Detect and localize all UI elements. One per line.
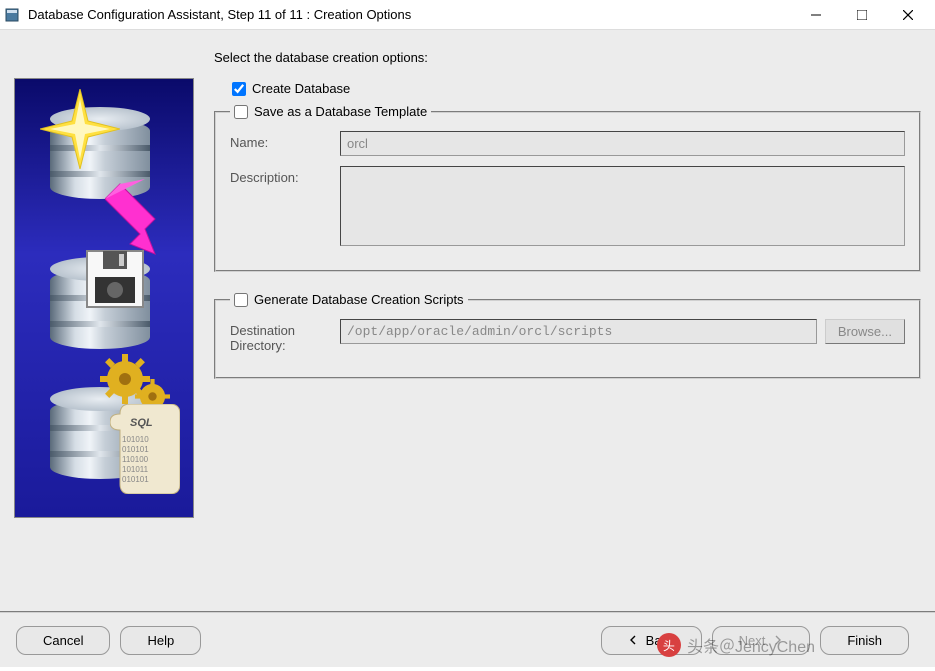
app-icon bbox=[4, 7, 20, 23]
svg-text:SQL: SQL bbox=[130, 417, 153, 429]
main-panel: Select the database creation options: Cr… bbox=[214, 42, 921, 611]
minimize-button[interactable] bbox=[793, 0, 839, 30]
content-area: SQL 101010 010101 110100 101011 010101 S… bbox=[0, 30, 935, 611]
titlebar: Database Configuration Assistant, Step 1… bbox=[0, 0, 935, 30]
template-description-input[interactable] bbox=[340, 166, 905, 246]
browse-button[interactable]: Browse... bbox=[825, 319, 905, 344]
cancel-button[interactable]: Cancel bbox=[16, 626, 110, 655]
maximize-button[interactable] bbox=[839, 0, 885, 30]
close-button[interactable] bbox=[885, 0, 931, 30]
create-database-checkbox-row: Create Database bbox=[232, 81, 921, 96]
wizard-sidebar-image: SQL 101010 010101 110100 101011 010101 bbox=[14, 78, 194, 518]
watermark-icon: 头 bbox=[657, 633, 681, 657]
finish-button[interactable]: Finish bbox=[820, 626, 909, 655]
generate-scripts-checkbox[interactable] bbox=[234, 293, 248, 307]
back-arrow-icon bbox=[628, 633, 638, 648]
destination-directory-input[interactable] bbox=[340, 319, 817, 344]
sparkle-icon bbox=[40, 89, 120, 169]
svg-text:010101: 010101 bbox=[122, 445, 149, 454]
destination-directory-label: Destination Directory: bbox=[230, 319, 340, 353]
create-database-checkbox[interactable] bbox=[232, 82, 246, 96]
help-button[interactable]: Help bbox=[120, 626, 201, 655]
save-template-legend: Save as a Database Template bbox=[254, 104, 427, 119]
svg-text:010101: 010101 bbox=[122, 475, 149, 484]
template-fieldset: Save as a Database Template Name: Descri… bbox=[214, 104, 921, 272]
svg-text:101010: 101010 bbox=[122, 435, 149, 444]
scripts-fieldset: Generate Database Creation Scripts Desti… bbox=[214, 292, 921, 379]
generate-scripts-legend: Generate Database Creation Scripts bbox=[254, 292, 464, 307]
create-database-label: Create Database bbox=[252, 81, 350, 96]
template-name-label: Name: bbox=[230, 131, 340, 150]
intro-text: Select the database creation options: bbox=[214, 50, 921, 65]
svg-text:110100: 110100 bbox=[122, 455, 149, 464]
floppy-disk-icon bbox=[85, 249, 145, 309]
template-description-label: Description: bbox=[230, 166, 340, 185]
window-title: Database Configuration Assistant, Step 1… bbox=[28, 7, 793, 22]
window-controls bbox=[793, 0, 931, 30]
watermark-text: 头条＠JencyChen bbox=[687, 633, 815, 657]
svg-text:101011: 101011 bbox=[122, 465, 149, 474]
sql-script-icon: SQL 101010 010101 110100 101011 010101 bbox=[110, 404, 180, 494]
save-template-checkbox[interactable] bbox=[234, 105, 248, 119]
watermark: 头 头条＠JencyChen bbox=[657, 633, 815, 657]
template-name-input[interactable] bbox=[340, 131, 905, 156]
arrow-icon bbox=[105, 179, 194, 259]
